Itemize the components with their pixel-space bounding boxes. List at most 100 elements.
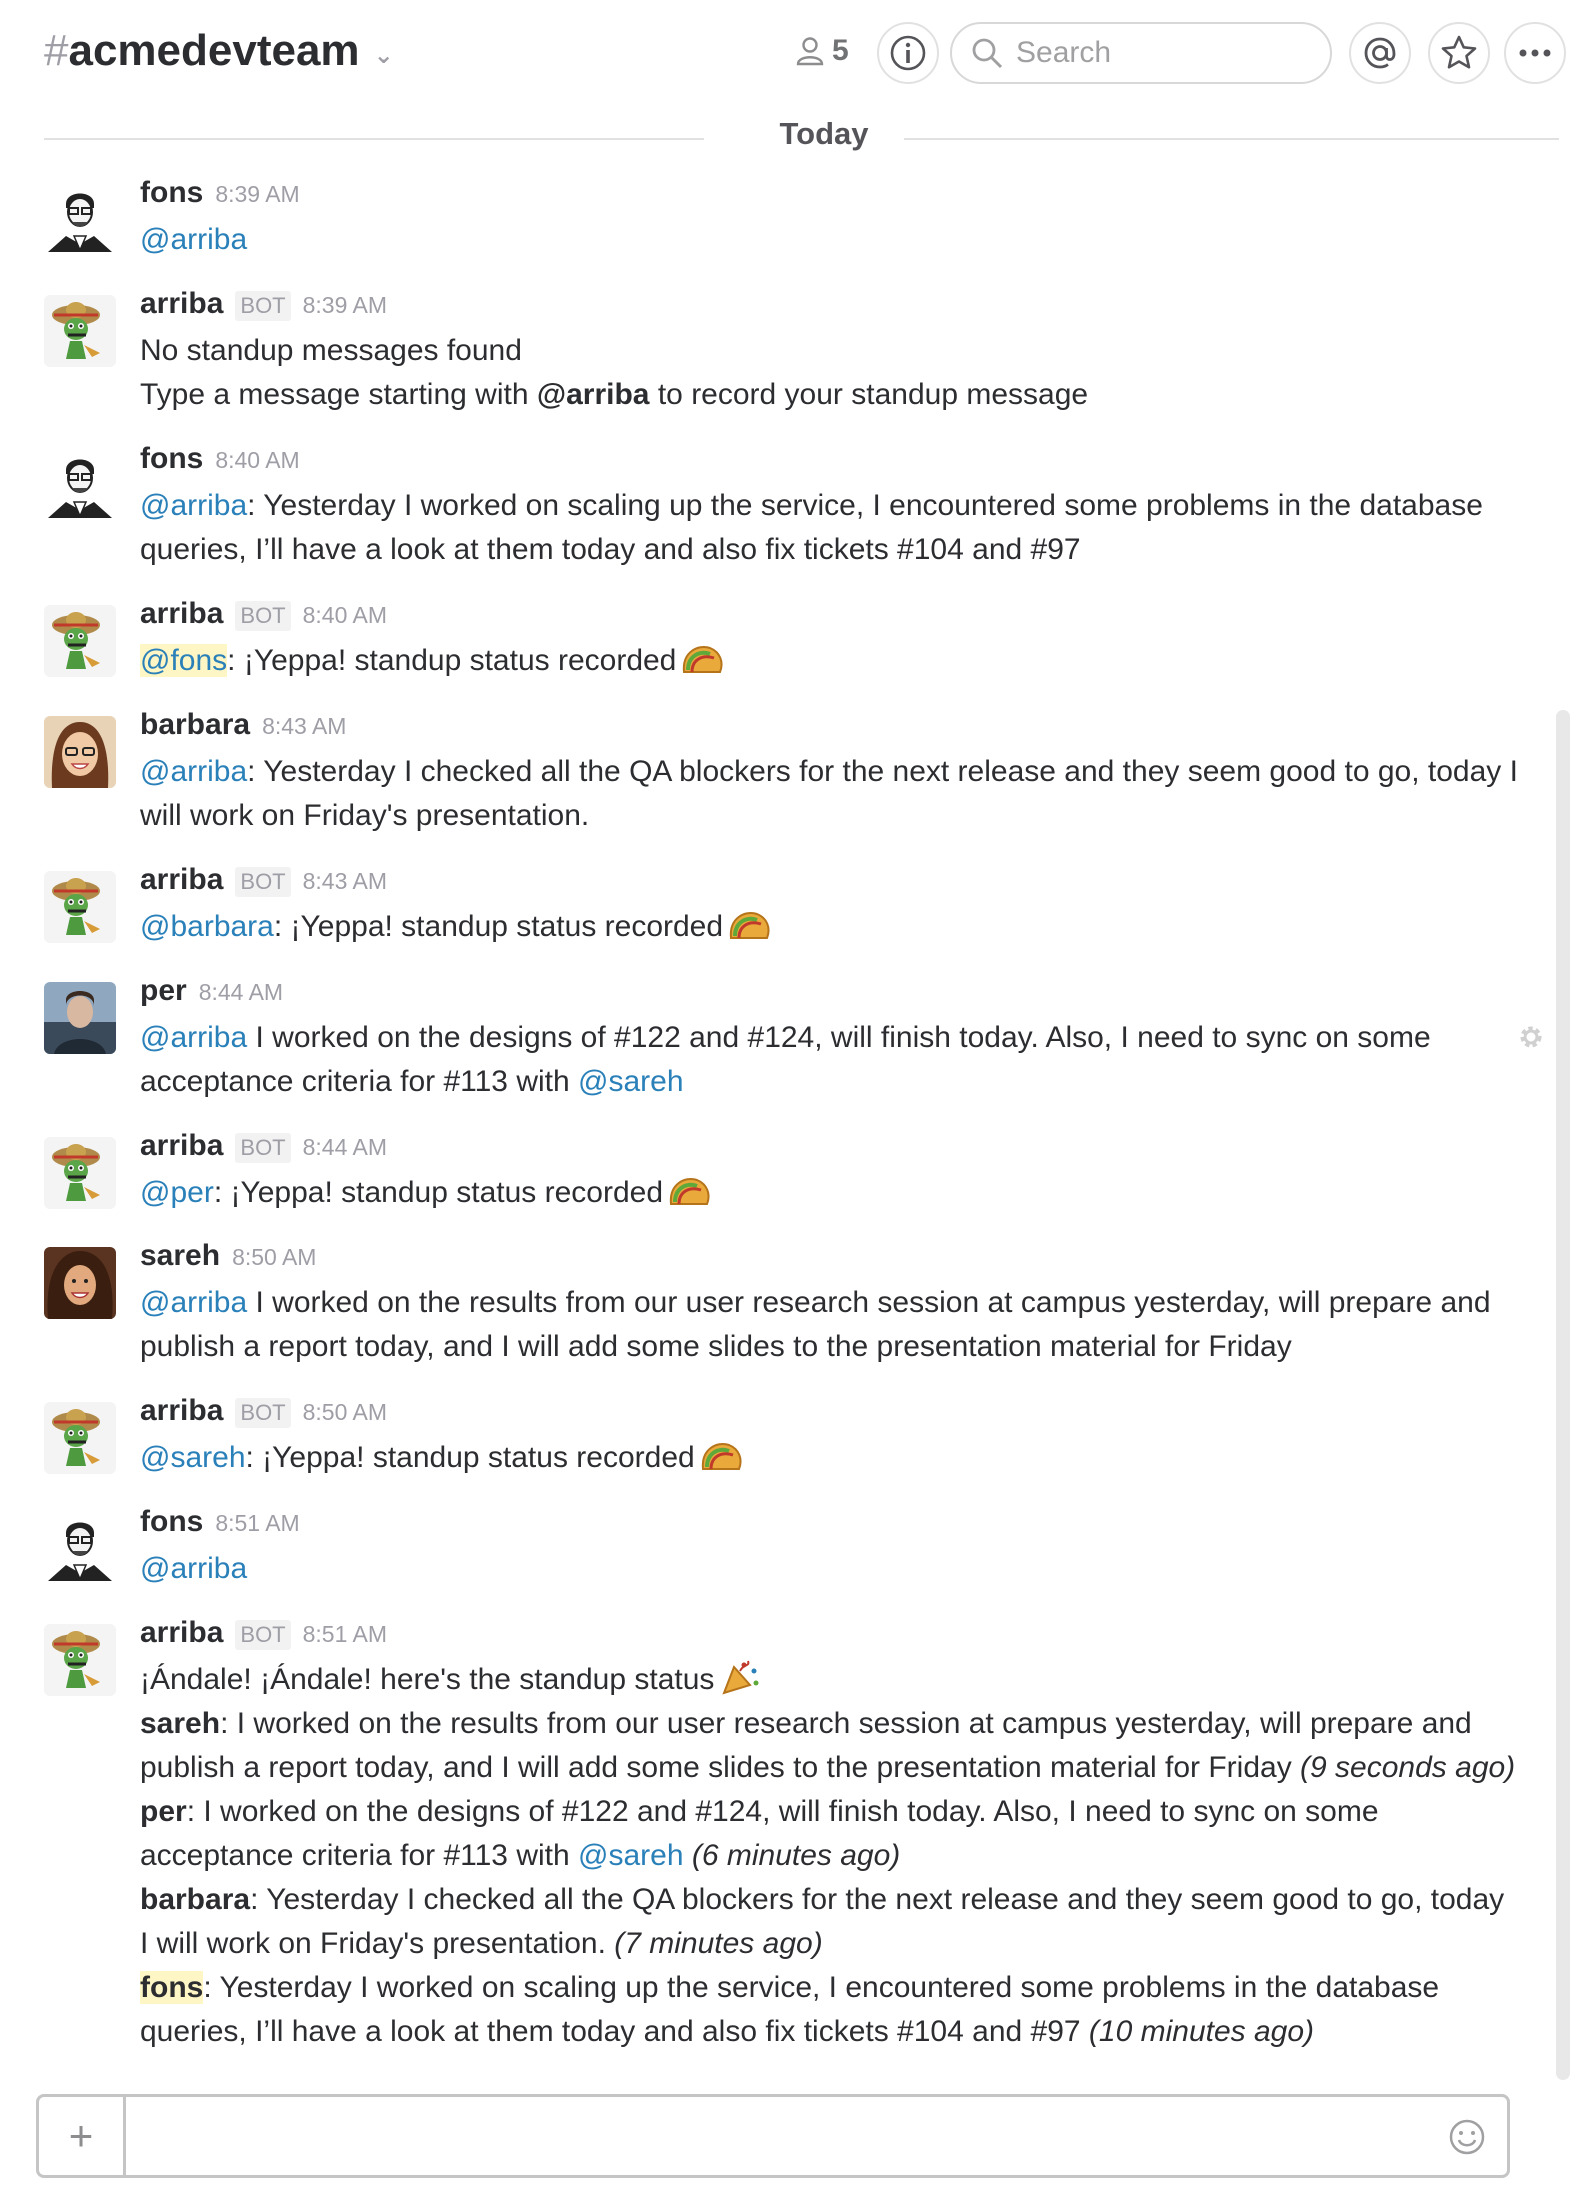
message-timestamp[interactable]: 8:40 AM xyxy=(303,602,387,629)
message-timestamp[interactable]: 8:44 AM xyxy=(199,979,283,1006)
message-timestamp[interactable]: 8:51 AM xyxy=(215,1510,299,1537)
scrollbar-thumb[interactable] xyxy=(1556,710,1570,2080)
at-icon xyxy=(1364,37,1396,69)
bold-text: @arriba xyxy=(536,378,650,411)
message-timestamp[interactable]: 8:50 AM xyxy=(303,1399,387,1426)
avatar[interactable] xyxy=(44,982,116,1054)
message-timestamp[interactable]: 8:44 AM xyxy=(303,1134,387,1161)
message-text: @fons: ¡Yeppa! standup status recorded xyxy=(140,639,1520,683)
day-divider: Today xyxy=(44,116,1559,152)
message-line: No standup messages found xyxy=(140,334,522,367)
channel-title[interactable]: # acmedevteam ⌄ xyxy=(44,26,394,76)
message-input[interactable] xyxy=(139,2111,1419,2161)
user-mention[interactable]: @arriba xyxy=(140,223,247,256)
message-timestamp[interactable]: 8:43 AM xyxy=(262,713,346,740)
user-mention[interactable]: @arriba xyxy=(140,1552,247,1585)
search-box[interactable] xyxy=(950,22,1332,84)
message-author[interactable]: barbara xyxy=(140,708,250,742)
message-author[interactable]: fons xyxy=(140,176,203,210)
taco-icon xyxy=(668,1177,711,1206)
message-author[interactable]: arriba xyxy=(140,597,223,631)
avatar[interactable] xyxy=(44,1402,116,1474)
bot-badge: BOT xyxy=(235,1620,291,1650)
message-body: : ¡Yeppa! standup status recorded xyxy=(273,910,724,943)
message-timestamp[interactable]: 8:40 AM xyxy=(215,447,299,474)
avatar[interactable] xyxy=(44,1513,116,1585)
channel-hash: # xyxy=(44,26,69,75)
message-timestamp[interactable]: 8:50 AM xyxy=(232,1244,316,1271)
search-input[interactable] xyxy=(1016,36,1316,70)
message-text: @arriba: Yesterday I checked all the QA … xyxy=(140,750,1520,838)
more-icon xyxy=(1519,49,1551,57)
message-author[interactable]: arriba xyxy=(140,1616,223,1650)
day-divider-label: Today xyxy=(744,116,904,152)
bot-badge: BOT xyxy=(235,1133,291,1163)
message-text: @per: ¡Yeppa! standup status recorded xyxy=(140,1171,1520,1215)
message-body: I worked on the results from our user re… xyxy=(140,1286,1491,1363)
message-body: : ¡Yeppa! standup status recorded xyxy=(213,1176,664,1209)
summary-author: per xyxy=(140,1795,187,1828)
taco-icon xyxy=(700,1442,743,1471)
more-button[interactable] xyxy=(1504,22,1566,84)
message-author[interactable]: arriba xyxy=(140,1394,223,1428)
user-mention[interactable]: @arriba xyxy=(140,1286,247,1319)
summary-author-self: fons xyxy=(140,1971,204,2004)
message-author[interactable]: per xyxy=(140,974,187,1008)
message-author[interactable]: arriba xyxy=(140,863,223,897)
avatar[interactable] xyxy=(44,716,116,788)
add-attachment-button[interactable]: + xyxy=(39,2097,126,2175)
party-popper-icon xyxy=(722,1660,759,1695)
user-mention-self[interactable]: @fons xyxy=(140,644,228,677)
summary-intro: ¡Ándale! ¡Ándale! here's the standup sta… xyxy=(140,1663,715,1696)
avatar[interactable] xyxy=(44,605,116,677)
channel-info-button[interactable] xyxy=(877,22,939,84)
bot-badge: BOT xyxy=(235,867,291,897)
avatar[interactable] xyxy=(44,450,116,522)
message-text: @arriba: Yesterday I worked on scaling u… xyxy=(140,484,1520,572)
summary-ago: (10 minutes ago) xyxy=(1088,2015,1315,2048)
emoji-icon[interactable] xyxy=(1447,2117,1487,2157)
summary-text: : I worked on the results from our user … xyxy=(140,1707,1472,1784)
message-text: @arriba I worked on the results from our… xyxy=(140,1281,1520,1369)
avatar[interactable] xyxy=(44,1137,116,1209)
divider-line xyxy=(44,138,704,140)
user-mention[interactable]: @sareh xyxy=(578,1839,684,1872)
avatar[interactable] xyxy=(44,871,116,943)
message-text: @arriba I worked on the designs of #122 … xyxy=(140,1016,1520,1104)
gear-icon[interactable] xyxy=(1516,1022,1546,1052)
starred-button[interactable] xyxy=(1428,22,1490,84)
bot-badge: BOT xyxy=(235,1398,291,1428)
member-count-button[interactable]: 5 xyxy=(796,34,849,68)
message-author[interactable]: sareh xyxy=(140,1239,220,1273)
message-author[interactable]: fons xyxy=(140,442,203,476)
message-line: to record your standup message xyxy=(649,378,1089,411)
chevron-down-icon[interactable]: ⌄ xyxy=(374,41,394,70)
mentions-button[interactable] xyxy=(1349,22,1411,84)
user-mention[interactable]: @sareh xyxy=(140,1441,246,1474)
message-author[interactable]: fons xyxy=(140,1505,203,1539)
member-count: 5 xyxy=(832,34,849,67)
message-timestamp[interactable]: 8:43 AM xyxy=(303,868,387,895)
user-mention[interactable]: @arriba xyxy=(140,489,247,522)
user-mention[interactable]: @arriba xyxy=(140,1021,247,1054)
user-mention[interactable]: @arriba xyxy=(140,755,247,788)
summary-ago: (9 seconds ago) xyxy=(1300,1751,1516,1784)
channel-name: acmedevteam xyxy=(68,26,360,75)
avatar[interactable] xyxy=(44,1624,116,1696)
message-timestamp[interactable]: 8:39 AM xyxy=(303,292,387,319)
avatar[interactable] xyxy=(44,295,116,367)
user-mention[interactable]: @barbara xyxy=(140,910,274,943)
summary-author: sareh xyxy=(140,1707,221,1740)
avatar[interactable] xyxy=(44,1247,116,1319)
search-icon xyxy=(972,38,1003,69)
message-timestamp[interactable]: 8:39 AM xyxy=(215,181,299,208)
taco-icon xyxy=(728,911,771,940)
user-mention[interactable]: @sareh xyxy=(578,1065,684,1098)
message-author[interactable]: arriba xyxy=(140,1129,223,1163)
user-mention[interactable]: @per xyxy=(140,1176,214,1209)
summary-ago: (7 minutes ago) xyxy=(614,1927,823,1960)
message-timestamp[interactable]: 8:51 AM xyxy=(303,1621,387,1648)
bot-badge: BOT xyxy=(235,291,291,321)
message-author[interactable]: arriba xyxy=(140,287,223,321)
avatar[interactable] xyxy=(44,184,116,256)
